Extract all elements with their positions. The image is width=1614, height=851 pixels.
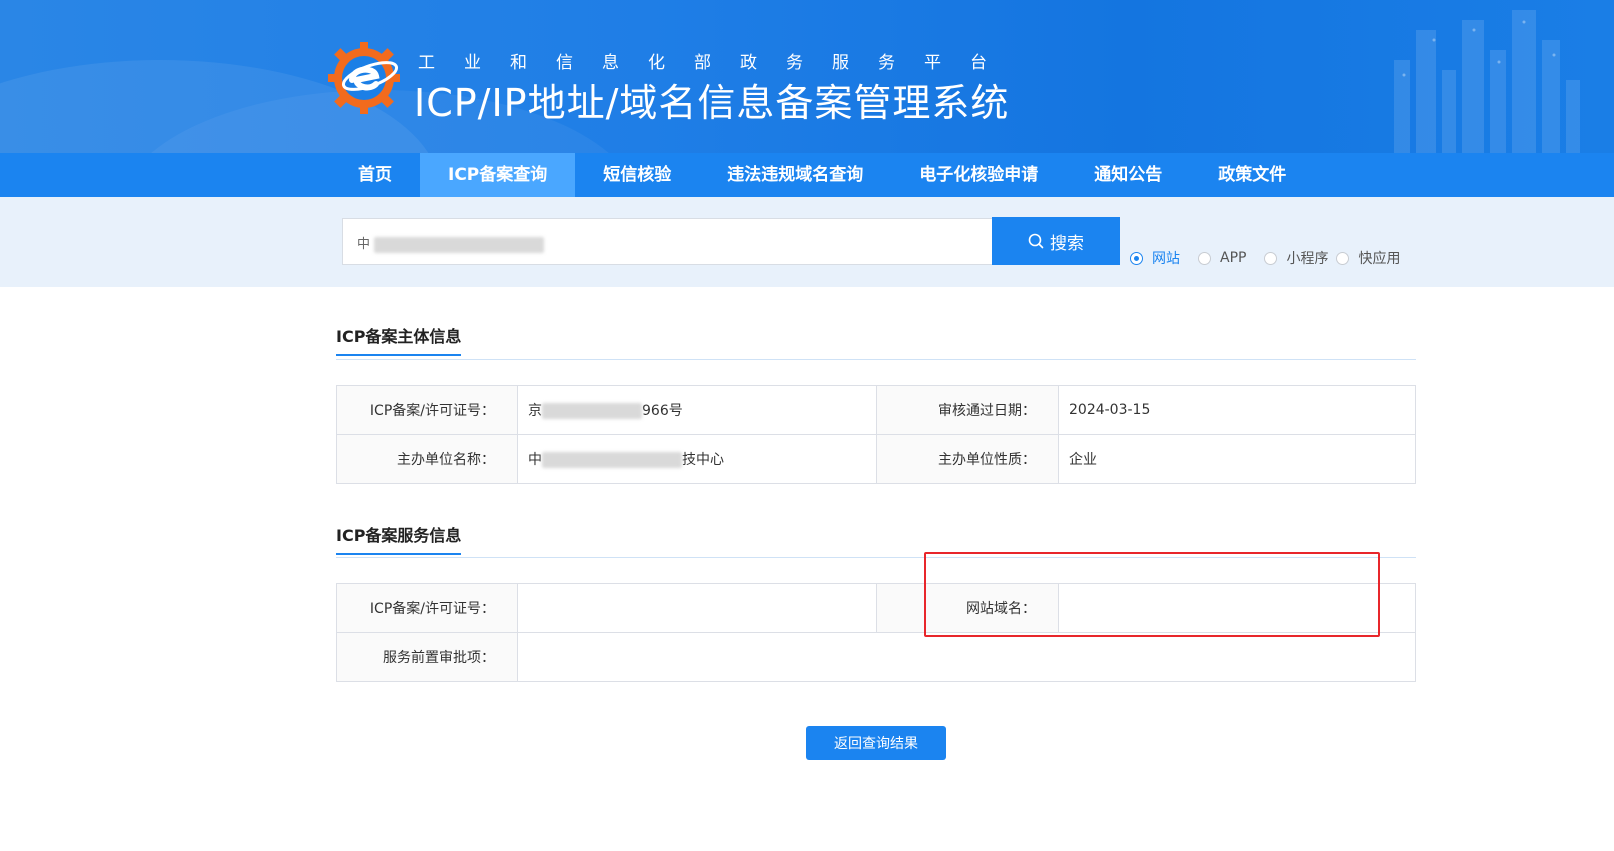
table-row: 服务前置审批项： xyxy=(336,632,1416,682)
value-prefix: 中 xyxy=(528,452,542,468)
radio-quick-app[interactable]: 快应用 xyxy=(1336,248,1400,268)
radio-dot xyxy=(1130,251,1143,265)
page-title: ICP/IP地址/域名信息备案管理系统 xyxy=(414,81,1010,125)
approval-date-value: 2024-03-15 xyxy=(1058,385,1416,435)
redacted-text xyxy=(542,403,642,419)
radio-label: 网站 xyxy=(1152,251,1180,267)
table-label: ICP备案/许可证号： xyxy=(336,583,518,633)
radio-dot xyxy=(1336,251,1350,265)
search-input[interactable]: 中 xyxy=(342,218,992,265)
website-domain-value xyxy=(1058,583,1416,633)
section-divider xyxy=(336,359,1416,360)
pre-approval-value xyxy=(517,632,1416,682)
service-license-value xyxy=(517,583,877,633)
service-info-table: ICP备案/许可证号： 网站域名： 服务前置审批项： xyxy=(336,583,1416,682)
header-banner: 工业和信息化部政务服务平台 ICP/IP地址/域名信息备案管理系统 xyxy=(0,0,1614,153)
value-suffix: 技中心 xyxy=(682,452,724,468)
nav-item-home[interactable]: 首页 xyxy=(330,153,420,197)
radio-dot xyxy=(1264,251,1278,265)
search-icon xyxy=(1028,233,1044,249)
back-to-results-button[interactable]: 返回查询结果 xyxy=(806,726,946,760)
platform-subtitle: 工业和信息化部政务服务平台 xyxy=(418,53,1016,73)
redacted-text xyxy=(374,236,545,253)
table-row: ICP备案/许可证号： 京 966号 审核通过日期： 2024-03-15 xyxy=(336,385,1416,435)
license-number-value: 京 966号 xyxy=(517,385,877,435)
search-button[interactable]: 搜索 xyxy=(992,217,1120,265)
table-label: 网站域名： xyxy=(876,583,1059,633)
search-button-label: 搜索 xyxy=(1050,233,1084,253)
table-label: 审核通过日期： xyxy=(876,385,1059,435)
table-label: ICP备案/许可证号： xyxy=(336,385,518,435)
nav-item-policy-docs[interactable]: 政策文件 xyxy=(1190,153,1314,197)
table-row: 主办单位名称： 中 技中心 主办单位性质： 企业 xyxy=(336,434,1416,484)
radio-label: 快应用 xyxy=(1358,251,1401,267)
table-label: 服务前置审批项： xyxy=(336,632,518,682)
radio-website[interactable]: 网站 xyxy=(1130,248,1180,268)
service-section-title: ICP备案服务信息 xyxy=(336,522,462,555)
value-prefix: 京 xyxy=(528,403,542,419)
table-label: 主办单位性质： xyxy=(876,434,1059,484)
table-label: 主办单位名称： xyxy=(336,434,518,484)
subject-info-table: ICP备案/许可证号： 京 966号 审核通过日期： 2024-03-15 主办单… xyxy=(336,385,1416,484)
organizer-type-value: 企业 xyxy=(1058,434,1416,484)
subject-section-title: ICP备案主体信息 xyxy=(336,323,462,356)
nav-item-icp-query[interactable]: ICP备案查询 xyxy=(420,153,576,197)
nav-item-e-verify-apply[interactable]: 电子化核验申请 xyxy=(891,153,1066,197)
radio-mini-program[interactable]: 小程序 xyxy=(1264,248,1328,268)
search-input-value: 中 xyxy=(357,233,545,253)
city-skyline-graphic xyxy=(1394,10,1580,153)
radio-label: APP xyxy=(1220,250,1247,266)
nav-item-illegal-domain-query[interactable]: 违法违规域名查询 xyxy=(699,153,891,197)
redacted-text xyxy=(542,452,682,468)
main-nav: 首页 ICP备案查询 短信核验 违法违规域名查询 电子化核验申请 通知公告 政策… xyxy=(0,153,1614,197)
radio-label: 小程序 xyxy=(1286,251,1329,267)
search-area: 中 搜索 网站 APP 小程序 快应用 xyxy=(0,197,1614,287)
search-value-text: 中 xyxy=(357,237,371,252)
table-row: ICP备案/许可证号： 网站域名： xyxy=(336,583,1416,633)
radio-dot xyxy=(1198,251,1211,265)
search-type-options: 网站 APP 小程序 快应用 xyxy=(1130,248,1418,268)
organizer-name-value: 中 技中心 xyxy=(517,434,877,484)
nav-item-sms-verify[interactable]: 短信核验 xyxy=(575,153,699,197)
section-divider xyxy=(336,557,1416,558)
radio-app[interactable]: APP xyxy=(1198,250,1246,266)
value-suffix: 966号 xyxy=(642,403,683,419)
miit-logo-icon xyxy=(328,42,400,114)
nav-item-notices[interactable]: 通知公告 xyxy=(1066,153,1190,197)
